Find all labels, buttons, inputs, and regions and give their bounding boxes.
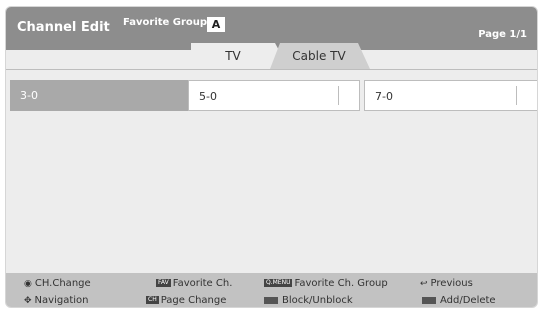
footer-navigation: ✥ Navigation (24, 295, 89, 306)
footer-favorite-ch-group: Q.MENU Favorite Ch. Group (264, 278, 388, 289)
tab-cable-tv[interactable]: Cable TV (270, 43, 370, 69)
color-key-icon (422, 296, 436, 304)
back-icon: ↩ (420, 279, 428, 289)
ok-icon: ◉ (24, 279, 32, 289)
channel-label: 5-0 (199, 90, 217, 103)
tab-divider (6, 69, 537, 70)
ch-key-icon: CH (146, 296, 159, 304)
channel-cell-3-0[interactable]: 3-0 (10, 80, 188, 111)
footer-favorite-ch: FAV Favorite Ch. (156, 278, 233, 289)
fav-key-icon: FAV (156, 279, 171, 287)
page-title: Channel Edit (17, 20, 110, 35)
footer-block-unblock: Block/Unblock (264, 295, 353, 307)
channel-cell-5-0[interactable]: 5-0 (188, 80, 360, 111)
help-footer: ◉ CH.Change FAV Favorite Ch. Q.MENU Favorit… (6, 273, 537, 307)
footer-add-delete: Add/Delete (422, 295, 496, 307)
cell-divider (516, 86, 517, 105)
footer-ch-change: ◉ CH.Change (24, 278, 91, 289)
arrows-icon: ✥ (24, 296, 32, 306)
favorite-group-label: Favorite Group: (123, 17, 212, 28)
footer-page-change: CH Page Change (146, 295, 227, 306)
channel-label: 7-0 (375, 90, 393, 103)
tab-tv[interactable]: TV (191, 43, 289, 69)
channel-edit-screen: Channel Edit Favorite Group: A Page 1/1 … (5, 6, 538, 308)
cell-divider (338, 86, 339, 105)
channel-cell-7-0[interactable]: 7-0 (364, 80, 537, 111)
page-indicator: Page 1/1 (478, 29, 527, 40)
favorite-group-value[interactable]: A (207, 17, 225, 32)
footer-previous: ↩ Previous (420, 278, 473, 289)
qmenu-key-icon: Q.MENU (264, 279, 293, 287)
color-key-icon (264, 296, 278, 304)
